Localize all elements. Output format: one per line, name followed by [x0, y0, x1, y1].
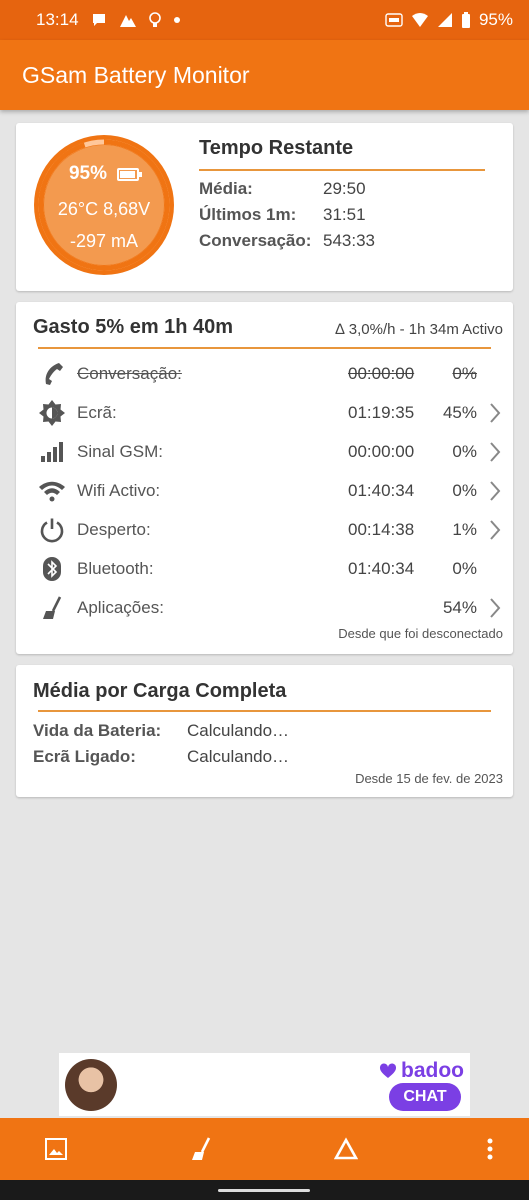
- usage-rate: ∆ 3,0%/h - 1h 34m Activo: [335, 321, 503, 338]
- tempo-value: 31:51: [323, 205, 366, 224]
- full-charge-row-bateria: Vida da Bateria: Calculando…: [33, 721, 289, 741]
- cell-signal-icon: [437, 12, 453, 28]
- usage-percent: 0%: [452, 442, 477, 461]
- divider: [199, 169, 485, 171]
- full-charge-title: Média por Carga Completa: [33, 680, 287, 702]
- battery-level-icon: [117, 167, 143, 181]
- chevron-right-icon[interactable]: [487, 518, 503, 542]
- tempo-label: Média:: [199, 179, 253, 198]
- dot-icon: [173, 16, 181, 24]
- bluetooth-icon: [38, 555, 66, 583]
- battery-percent: 95%: [478, 10, 513, 29]
- auto-hd-icon: [385, 12, 403, 28]
- usage-name: Ecrã:: [77, 403, 117, 422]
- battery-summary-card[interactable]: 95% 26°C 8,68V -297 mA Tempo Restante Mé…: [16, 123, 513, 291]
- tempo-row-media: Média: 29:50: [199, 179, 366, 199]
- signal-bars-icon: [38, 438, 66, 466]
- usage-percent: 1%: [452, 520, 477, 539]
- delta-icon[interactable]: [332, 1135, 360, 1163]
- ad-brand-text: badoo: [401, 1059, 464, 1082]
- brightness-icon: [38, 399, 66, 427]
- tempo-value: 543:33: [323, 231, 375, 250]
- full-charge-label: Ecrã Ligado:: [33, 747, 136, 766]
- ad-banner[interactable]: badoo CHAT: [59, 1053, 470, 1116]
- usage-row-wifi[interactable]: Wifi Activo: 01:40:34 0%: [16, 472, 513, 510]
- bottom-action-bar: [0, 1118, 529, 1180]
- usage-name: Aplicações:: [77, 598, 164, 617]
- battery-icon: [461, 12, 471, 28]
- chat-bubble-icon: [91, 12, 107, 28]
- chevron-right-icon[interactable]: [487, 479, 503, 503]
- usage-name: Conversação:: [77, 364, 182, 383]
- app-bar: GSam Battery Monitor: [0, 40, 529, 110]
- ad-avatar: [65, 1059, 117, 1111]
- usage-percent: 0%: [452, 364, 477, 383]
- tempo-label: Conversação:: [199, 231, 312, 250]
- usage-time: 00:00:00: [348, 364, 415, 383]
- gauge-percent: 95%: [68, 163, 108, 184]
- lightbulb-icon: [148, 12, 161, 28]
- usage-name: Wifi Activo:: [77, 481, 161, 500]
- broom-icon[interactable]: [187, 1135, 215, 1163]
- tempo-value: 29:50: [323, 179, 366, 198]
- usage-name: Sinal GSM:: [77, 442, 163, 461]
- ad-chat-button[interactable]: CHAT: [389, 1083, 461, 1111]
- more-vert-icon[interactable]: [476, 1135, 504, 1163]
- full-charge-label: Vida da Bateria:: [33, 721, 162, 740]
- ad-brand: badoo: [379, 1059, 464, 1083]
- home-handle[interactable]: [218, 1189, 310, 1192]
- full-charge-card: Média por Carga Completa Vida da Bateria…: [16, 665, 513, 797]
- usage-row-bluetooth: Bluetooth: 01:40:34 0%: [16, 550, 513, 588]
- usage-time: 00:14:38: [348, 520, 415, 539]
- gauge-readout: 95% 26°C 8,68V -297 mA: [32, 133, 176, 277]
- usage-time: 01:40:34: [348, 559, 415, 578]
- gauge-current: -297 mA: [69, 231, 139, 251]
- tempo-restante-title: Tempo Restante: [199, 137, 354, 159]
- wifi-icon: [38, 477, 66, 505]
- chevron-right-icon[interactable]: [487, 440, 503, 464]
- heart-icon: [379, 1063, 397, 1078]
- status-bar: 13:14 95%: [0, 0, 529, 40]
- usage-percent: 0%: [452, 481, 477, 500]
- wifi-icon: [411, 12, 429, 28]
- clock: 13:14: [36, 10, 79, 29]
- full-charge-footer: Desde 15 de fev. de 2023: [355, 771, 503, 786]
- usage-row-sinal-gsm[interactable]: Sinal GSM: 00:00:00 0%: [16, 433, 513, 471]
- broom-icon: [38, 594, 66, 622]
- usage-name: Desperto:: [77, 520, 151, 539]
- usage-time: 00:00:00: [348, 442, 415, 461]
- mountain-app-icon: [119, 12, 137, 28]
- full-charge-row-ecra: Ecrã Ligado: Calculando…: [33, 747, 289, 767]
- image-icon[interactable]: [42, 1135, 70, 1163]
- usage-time: 01:40:34: [348, 481, 415, 500]
- tempo-row-ultimos: Últimos 1m: 31:51: [199, 205, 366, 225]
- tempo-row-conversacao: Conversação: 543:33: [199, 231, 375, 251]
- usage-percent: 54%: [442, 598, 477, 617]
- full-charge-value: Calculando…: [187, 747, 290, 766]
- full-charge-value: Calculando…: [187, 721, 290, 740]
- power-icon: [38, 516, 66, 544]
- phone-icon: [38, 360, 66, 388]
- divider: [38, 710, 491, 712]
- usage-row-conversacao: Conversação: 00:00:00 0%: [16, 355, 513, 393]
- gauge-temp-voltage: 26°C 8,68V: [57, 199, 151, 219]
- usage-footer: Desde que foi desconectado: [338, 626, 503, 641]
- usage-name: Bluetooth:: [77, 559, 154, 578]
- usage-percent: 45%: [442, 403, 477, 422]
- chevron-right-icon[interactable]: [487, 401, 503, 425]
- usage-percent: 0%: [452, 559, 477, 578]
- divider: [38, 347, 491, 349]
- chevron-right-icon[interactable]: [487, 596, 503, 620]
- usage-row-ecra[interactable]: Ecrã: 01:19:35 45%: [16, 394, 513, 432]
- usage-row-desperto[interactable]: Desperto: 00:14:38 1%: [16, 511, 513, 549]
- usage-card: Gasto 5% em 1h 40m ∆ 3,0%/h - 1h 34m Act…: [16, 302, 513, 654]
- usage-title: Gasto 5% em 1h 40m: [33, 316, 234, 338]
- usage-row-aplicacoes[interactable]: Aplicações: 54%: [16, 589, 513, 627]
- usage-time: 01:19:35: [348, 403, 415, 422]
- tempo-label: Últimos 1m:: [199, 205, 297, 224]
- app-title: GSam Battery Monitor: [22, 61, 250, 88]
